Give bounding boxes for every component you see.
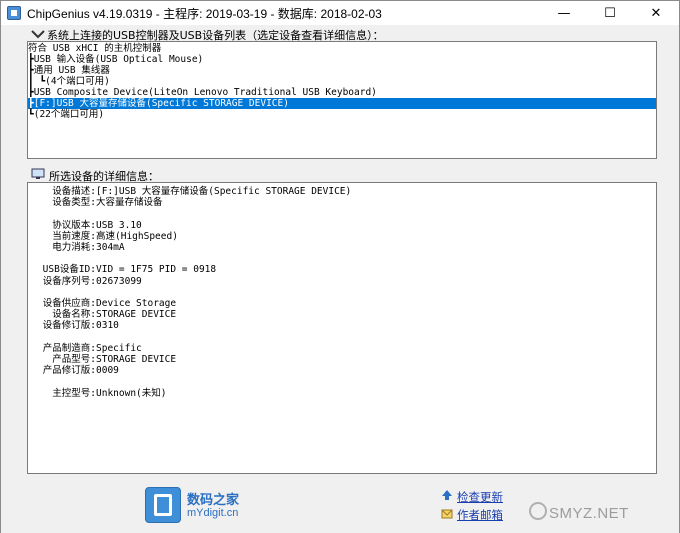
detail-key: 协议版本: <box>52 219 96 231</box>
detail-row: 设备描述: [F:]USB 大容量存储设备(Specific STORAGE DE… <box>28 186 656 197</box>
detail-key: 产品制造商: <box>42 342 96 354</box>
tree-item[interactable]: ┣通用 USB 集线器 <box>28 65 110 76</box>
detail-value: 0310 <box>96 320 119 332</box>
minimize-button[interactable]: — <box>541 1 587 25</box>
logo-glyph <box>154 494 172 516</box>
detail-row: 产品制造商: Specific <box>28 343 656 354</box>
detail-value: Specific <box>96 342 142 354</box>
detail-key: 当前速度: <box>52 230 96 242</box>
detail-key: 设备名称: <box>52 309 96 321</box>
detail-row: USB设备ID: VID = 1F75 PID = 0918 <box>28 264 656 275</box>
detail-row <box>28 376 656 387</box>
app-icon <box>7 6 21 20</box>
detail-row: 设备序列号: 02673099 <box>28 276 656 287</box>
logo-url[interactable]: mYdigit.cn <box>187 507 238 519</box>
detail-value: VID = 1F75 PID = 0918 <box>96 264 217 276</box>
detail-key: USB设备ID: <box>42 264 96 276</box>
detail-row: 设备名称: STORAGE DEVICE <box>28 309 656 320</box>
detail-value: [F:]USB 大容量存储设备(Specific STORAGE DEVICE) <box>96 186 352 197</box>
envelope-icon <box>441 509 453 519</box>
mydigit-logo-icon[interactable] <box>145 487 181 523</box>
detail-row: 协议版本: USB 3.10 <box>28 220 656 231</box>
detail-value: USB 3.10 <box>96 219 142 231</box>
device-details[interactable]: 设备描述: [F:]USB 大容量存储设备(Specific STORAGE DE… <box>27 182 657 474</box>
logo-name[interactable]: 数码之家 <box>187 489 239 508</box>
title-bar[interactable]: ChipGenius v4.19.0319 - 主程序: 2019-03-19 … <box>1 1 679 25</box>
window-title: ChipGenius v4.19.0319 - 主程序: 2019-03-19 … <box>27 7 382 21</box>
detail-key: 电力消耗: <box>52 242 96 253</box>
watermark: SMYZ.NET <box>549 505 629 522</box>
close-button[interactable]: ✕ <box>633 1 679 25</box>
detail-key: 主控型号: <box>52 387 96 399</box>
monitor-icon <box>31 168 45 179</box>
detail-value: Unknown(未知) <box>96 387 167 399</box>
detail-value: Device Storage <box>96 298 177 309</box>
detail-row: 当前速度: 高速(HighSpeed) <box>28 231 656 242</box>
detail-value: 大容量存储设备 <box>96 197 163 209</box>
detail-value: STORAGE DEVICE <box>96 354 177 365</box>
detail-key: 设备类型: <box>52 197 96 209</box>
detail-row: 产品修订版: 0009 <box>28 365 656 376</box>
detail-key: 设备描述: <box>52 186 96 197</box>
detail-row: 设备供应商: Device Storage <box>28 298 656 309</box>
tree-item[interactable]: ┗(22个端口可用) <box>28 109 104 120</box>
detail-row <box>28 332 656 343</box>
detail-key: 产品型号: <box>52 354 96 365</box>
tree-item[interactable]: ┣USB 输入设备(USB Optical Mouse) <box>28 54 203 65</box>
watermark-icon <box>529 502 547 520</box>
footer: 数码之家 mYdigit.cn 检查更新 作者邮箱 SMYZ.NET <box>1 479 679 533</box>
detail-key: 产品修订版: <box>42 365 96 377</box>
check-update-link[interactable]: 检查更新 <box>457 489 503 505</box>
detail-value: STORAGE DEVICE <box>96 309 177 321</box>
detail-key: 设备序列号: <box>42 275 96 287</box>
tree-item[interactable]: ┃ ┗(4个端口可用) <box>28 76 110 87</box>
detail-value: 高速(HighSpeed) <box>96 230 178 242</box>
tree-item-selected[interactable]: ┣[F:]USB 大容量存储设备(Specific STORAGE DEVICE… <box>28 98 656 109</box>
arrow-up-icon <box>442 490 452 500</box>
detail-row: 产品型号: STORAGE DEVICE <box>28 354 656 365</box>
detail-row <box>28 287 656 298</box>
maximize-button[interactable]: ☐ <box>587 1 633 25</box>
detail-row <box>28 208 656 219</box>
detail-value: 0009 <box>96 365 119 377</box>
chevron-down-icon <box>31 30 45 39</box>
detail-key: 设备修订版: <box>42 320 96 332</box>
tree-item[interactable]: ┣USB Composite Device(LiteOn Lenovo Trad… <box>28 87 377 98</box>
detail-value: 02673099 <box>96 275 142 287</box>
detail-value: 304mA <box>96 242 125 253</box>
detail-row <box>28 253 656 264</box>
tree-item[interactable]: 符合 USB xHCI 的主机控制器 <box>28 43 161 54</box>
detail-key: 设备供应商: <box>42 298 96 309</box>
detail-row: 设备修订版: 0310 <box>28 320 656 331</box>
app-window: ChipGenius v4.19.0319 - 主程序: 2019-03-19 … <box>0 0 680 533</box>
device-tree[interactable]: 符合 USB xHCI 的主机控制器 ┣USB 输入设备(USB Optical … <box>27 41 657 159</box>
detail-row: 设备类型: 大容量存储设备 <box>28 197 656 208</box>
author-email-link[interactable]: 作者邮箱 <box>457 507 503 523</box>
detail-row: 电力消耗: 304mA <box>28 242 656 253</box>
detail-row: 主控型号: Unknown(未知) <box>28 388 656 399</box>
